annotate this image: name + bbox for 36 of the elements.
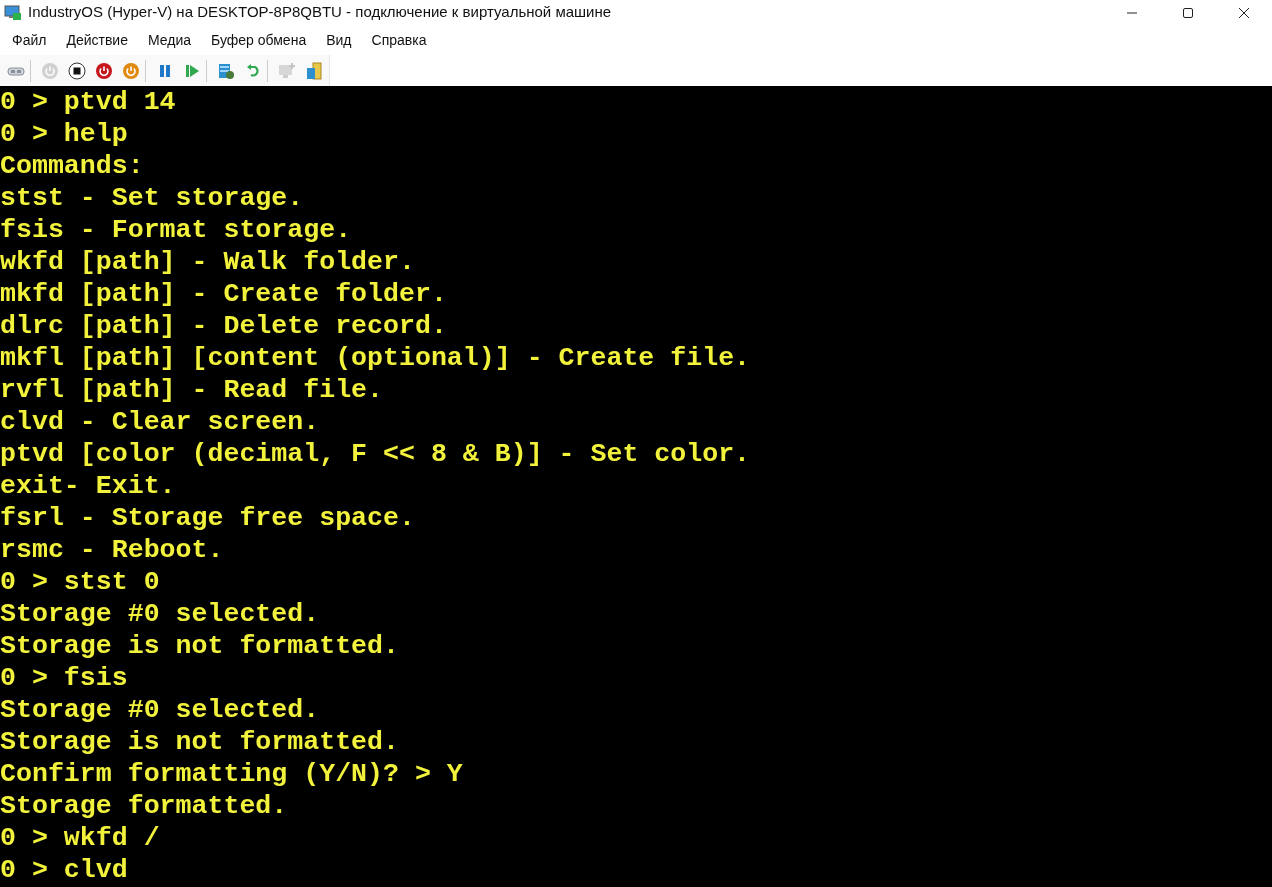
console-line: 0 > help	[0, 118, 128, 150]
console-line: fsrl - Storage free space.	[0, 502, 415, 534]
maximize-icon[interactable]	[1182, 6, 1194, 19]
console-line: rsmc - Reboot.	[0, 534, 224, 566]
stop-icon[interactable]	[66, 59, 88, 82]
console-line: Storage #0 selected.	[0, 598, 320, 630]
console-line: 0 > wkfd /	[0, 822, 160, 854]
console-line: dlrc [path] - Delete record.	[0, 310, 447, 342]
console-line: stst - Set storage.	[0, 182, 304, 214]
console-line: 0 > fsis	[0, 662, 128, 694]
menu-item[interactable]: Медиа	[135, 25, 200, 55]
console-line: 0 > clvd	[0, 854, 128, 886]
console-line: Commands:	[0, 150, 144, 182]
console-line: mkfl [path] [content (optional)] - Create file.	[0, 342, 751, 374]
menu-item[interactable]: Вид	[314, 25, 360, 55]
console-line: mkfd [path] - Create folder.	[0, 278, 447, 310]
close-icon[interactable]	[1238, 6, 1250, 19]
console-line: exit- Exit.	[0, 470, 176, 502]
menu-item[interactable]: Действие	[54, 25, 136, 55]
console-line: wkfd [path] - Walk folder.	[0, 246, 415, 278]
app-icon	[4, 4, 22, 21]
menu-item[interactable]: Буфер обмена	[199, 25, 315, 55]
console-line: 0 > ptvd 14	[0, 86, 176, 118]
menu-item[interactable]: Файл	[0, 25, 55, 55]
console-line: fsis - Format storage.	[0, 214, 352, 246]
console-line: ptvd [color (decimal, F << 8 & B)] - Set color.	[0, 438, 751, 470]
console-line: clvd - Clear screen.	[0, 406, 320, 438]
console-line: Storage is not formatted.	[0, 630, 399, 662]
console-line: Storage is not formatted.	[0, 726, 399, 758]
console-line: 0 > stst 0	[0, 566, 160, 598]
menu-item[interactable]: Справка	[359, 25, 435, 55]
console-line: Confirm formatting (Y/N)? > Y	[0, 758, 463, 790]
console-line: Storage formatted.	[0, 790, 288, 822]
console-line: Storage #0 selected.	[0, 694, 320, 726]
window-title: IndustryOS (Hyper-V) на DESKTOP-8P8QBTU - подключение к виртуальной машине	[27, 2, 612, 23]
console-line: rvfl [path] - Read file.	[0, 374, 383, 406]
